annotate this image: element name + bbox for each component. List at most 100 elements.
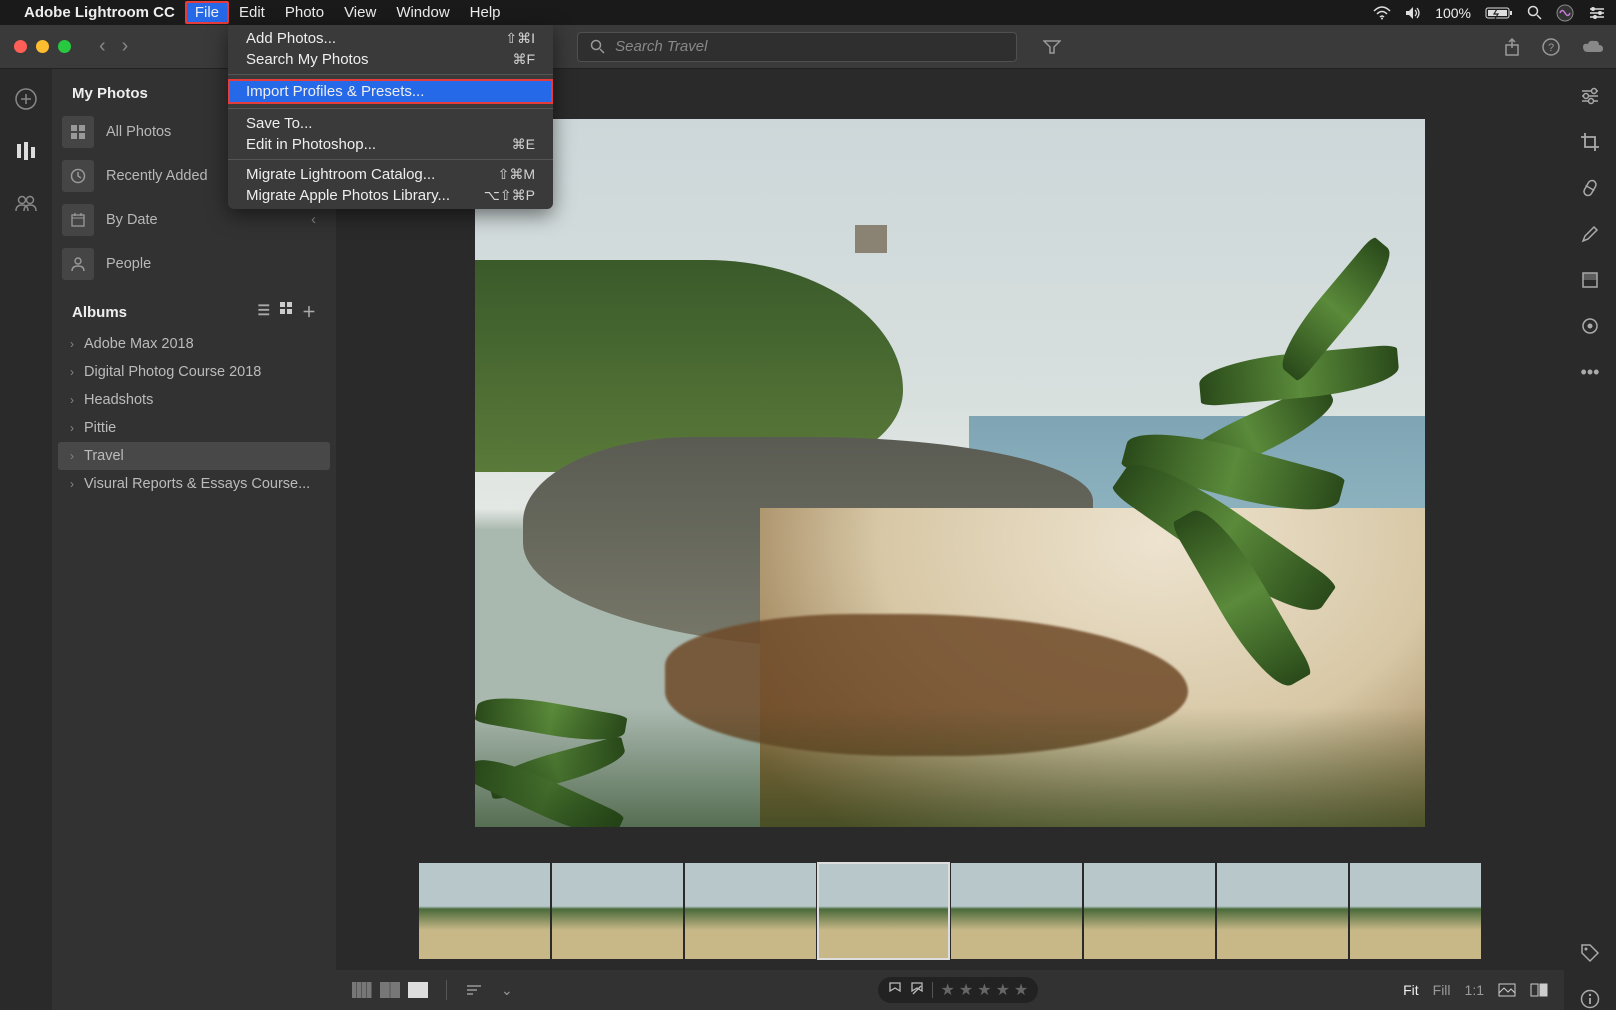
menu-edit[interactable]: Edit xyxy=(229,1,275,24)
menu-add-photos[interactable]: Add Photos...⇧⌘I xyxy=(228,28,553,49)
menu-migrate-apple-photos[interactable]: Migrate Apple Photos Library...⌥⇧⌘P xyxy=(228,185,553,206)
menu-window[interactable]: Window xyxy=(386,1,459,24)
my-photos-tab-icon[interactable] xyxy=(14,139,38,163)
menu-import-profiles-presets[interactable]: Import Profiles & Presets... xyxy=(228,79,553,104)
chevron-right-icon: › xyxy=(70,337,74,351)
right-rail: ••• xyxy=(1564,69,1616,1010)
album-visural-reports[interactable]: ›Visural Reports & Essays Course... xyxy=(52,470,336,498)
album-adobe-max[interactable]: › Adobe Max 2018 xyxy=(52,330,336,358)
filmstrip-thumb[interactable] xyxy=(1350,863,1481,959)
minimize-window-button[interactable] xyxy=(36,40,49,53)
search-input[interactable]: Search Travel xyxy=(577,32,1017,62)
radial-gradient-icon[interactable] xyxy=(1579,315,1601,337)
chevron-right-icon: › xyxy=(70,393,74,407)
sidebar-item-label: All Photos xyxy=(106,124,171,140)
list-view-icon[interactable]: ☰ xyxy=(257,302,270,322)
nav-forward-button[interactable]: › xyxy=(116,35,135,58)
zoom-fill[interactable]: Fill xyxy=(1433,982,1451,998)
cloud-sync-icon[interactable] xyxy=(1582,39,1604,55)
brush-icon[interactable] xyxy=(1579,223,1601,245)
album-pittie[interactable]: › Pittie xyxy=(52,414,336,442)
edit-sliders-icon[interactable] xyxy=(1579,85,1601,107)
fullscreen-window-button[interactable] xyxy=(58,40,71,53)
share-icon[interactable] xyxy=(1504,38,1520,56)
volume-icon[interactable] xyxy=(1405,6,1421,20)
window-controls xyxy=(14,40,71,53)
album-label: Visural Reports & Essays Course... xyxy=(84,476,310,492)
star-rating[interactable]: ★★★★★ xyxy=(941,980,1029,1000)
menu-separator xyxy=(228,108,553,109)
search-icon xyxy=(590,39,605,54)
sidebar-people[interactable]: People xyxy=(52,242,336,286)
album-label: Travel xyxy=(84,448,124,464)
view-compare-icon[interactable] xyxy=(380,982,400,998)
view-grid-icon[interactable] xyxy=(352,982,372,998)
menu-help[interactable]: Help xyxy=(460,1,511,24)
wifi-icon[interactable] xyxy=(1373,6,1391,20)
add-album-icon[interactable]: ＋ xyxy=(302,302,316,322)
menu-edit-in-photoshop[interactable]: Edit in Photoshop...⌘E xyxy=(228,134,553,155)
filmstrip-thumb[interactable] xyxy=(951,863,1082,959)
help-icon[interactable]: ? xyxy=(1542,38,1560,56)
filmstrip[interactable] xyxy=(336,862,1564,960)
crop-icon[interactable] xyxy=(1579,131,1601,153)
menu-photo[interactable]: Photo xyxy=(275,1,334,24)
filmstrip-thumb[interactable] xyxy=(818,863,949,959)
person-icon xyxy=(62,248,94,280)
filmstrip-thumb[interactable] xyxy=(1217,863,1348,959)
siri-icon[interactable] xyxy=(1556,4,1574,22)
grid-view-icon[interactable] xyxy=(280,302,292,322)
menu-separator xyxy=(228,159,553,160)
sort-icon[interactable] xyxy=(465,983,483,997)
album-digital-photog[interactable]: ›Digital Photog Course 2018 xyxy=(52,358,336,386)
healing-brush-icon[interactable] xyxy=(1579,177,1601,199)
menu-file[interactable]: File xyxy=(185,1,229,24)
menu-migrate-lightroom[interactable]: Migrate Lightroom Catalog...⇧⌘M xyxy=(228,164,553,185)
album-label: Pittie xyxy=(84,420,116,436)
menu-view[interactable]: View xyxy=(334,1,386,24)
spotlight-icon[interactable] xyxy=(1527,5,1542,20)
sharing-tab-icon[interactable] xyxy=(14,191,38,215)
menu-save-to[interactable]: Save To... xyxy=(228,113,553,134)
battery-icon[interactable] xyxy=(1485,6,1513,20)
show-original-icon[interactable] xyxy=(1498,983,1516,997)
nav-back-button[interactable]: ‹ xyxy=(93,35,112,58)
chevron-down-icon[interactable]: ⌄ xyxy=(501,982,513,999)
zoom-1-1[interactable]: 1:1 xyxy=(1465,982,1484,998)
app-name[interactable]: Adobe Lightroom CC xyxy=(24,4,175,21)
grid-icon xyxy=(62,116,94,148)
info-icon[interactable] xyxy=(1579,988,1601,1010)
bottom-toolbar: ⌄ ★★★★★ Fit Fill 1:1 xyxy=(336,970,1564,1010)
flag-reject-icon[interactable] xyxy=(910,982,924,998)
filmstrip-thumb[interactable] xyxy=(419,863,550,959)
linear-gradient-icon[interactable] xyxy=(1579,269,1601,291)
control-center-icon[interactable] xyxy=(1588,6,1606,20)
close-window-button[interactable] xyxy=(14,40,27,53)
main-photo xyxy=(475,119,1425,827)
view-detail-icon[interactable] xyxy=(408,982,428,998)
flag-pick-icon[interactable] xyxy=(888,982,902,998)
album-label: Digital Photog Course 2018 xyxy=(84,364,261,380)
chevron-right-icon: › xyxy=(70,421,74,435)
file-menu-dropdown: Add Photos...⇧⌘I Search My Photos⌘F Impo… xyxy=(228,25,553,209)
filmstrip-thumb[interactable] xyxy=(552,863,683,959)
album-label: Adobe Max 2018 xyxy=(84,336,194,352)
filmstrip-thumb[interactable] xyxy=(685,863,816,959)
mac-menubar: Adobe Lightroom CC File Edit Photo View … xyxy=(0,0,1616,25)
before-after-icon[interactable] xyxy=(1530,983,1548,997)
album-headshots[interactable]: ›Headshots xyxy=(52,386,336,414)
zoom-fit[interactable]: Fit xyxy=(1403,982,1419,998)
album-travel[interactable]: ›Travel xyxy=(58,442,330,470)
sidebar-item-label: By Date xyxy=(106,212,158,228)
filmstrip-thumb[interactable] xyxy=(1084,863,1215,959)
search-placeholder: Search Travel xyxy=(615,38,707,55)
svg-text:?: ? xyxy=(1548,42,1554,54)
menu-search-my-photos[interactable]: Search My Photos⌘F xyxy=(228,49,553,70)
calendar-icon xyxy=(62,204,94,236)
menu-separator xyxy=(228,74,553,75)
filter-icon[interactable] xyxy=(1043,39,1061,55)
battery-percent: 100% xyxy=(1435,5,1471,21)
more-icon[interactable]: ••• xyxy=(1579,361,1601,383)
keywords-tag-icon[interactable] xyxy=(1579,942,1601,964)
add-photos-icon[interactable] xyxy=(14,87,38,111)
